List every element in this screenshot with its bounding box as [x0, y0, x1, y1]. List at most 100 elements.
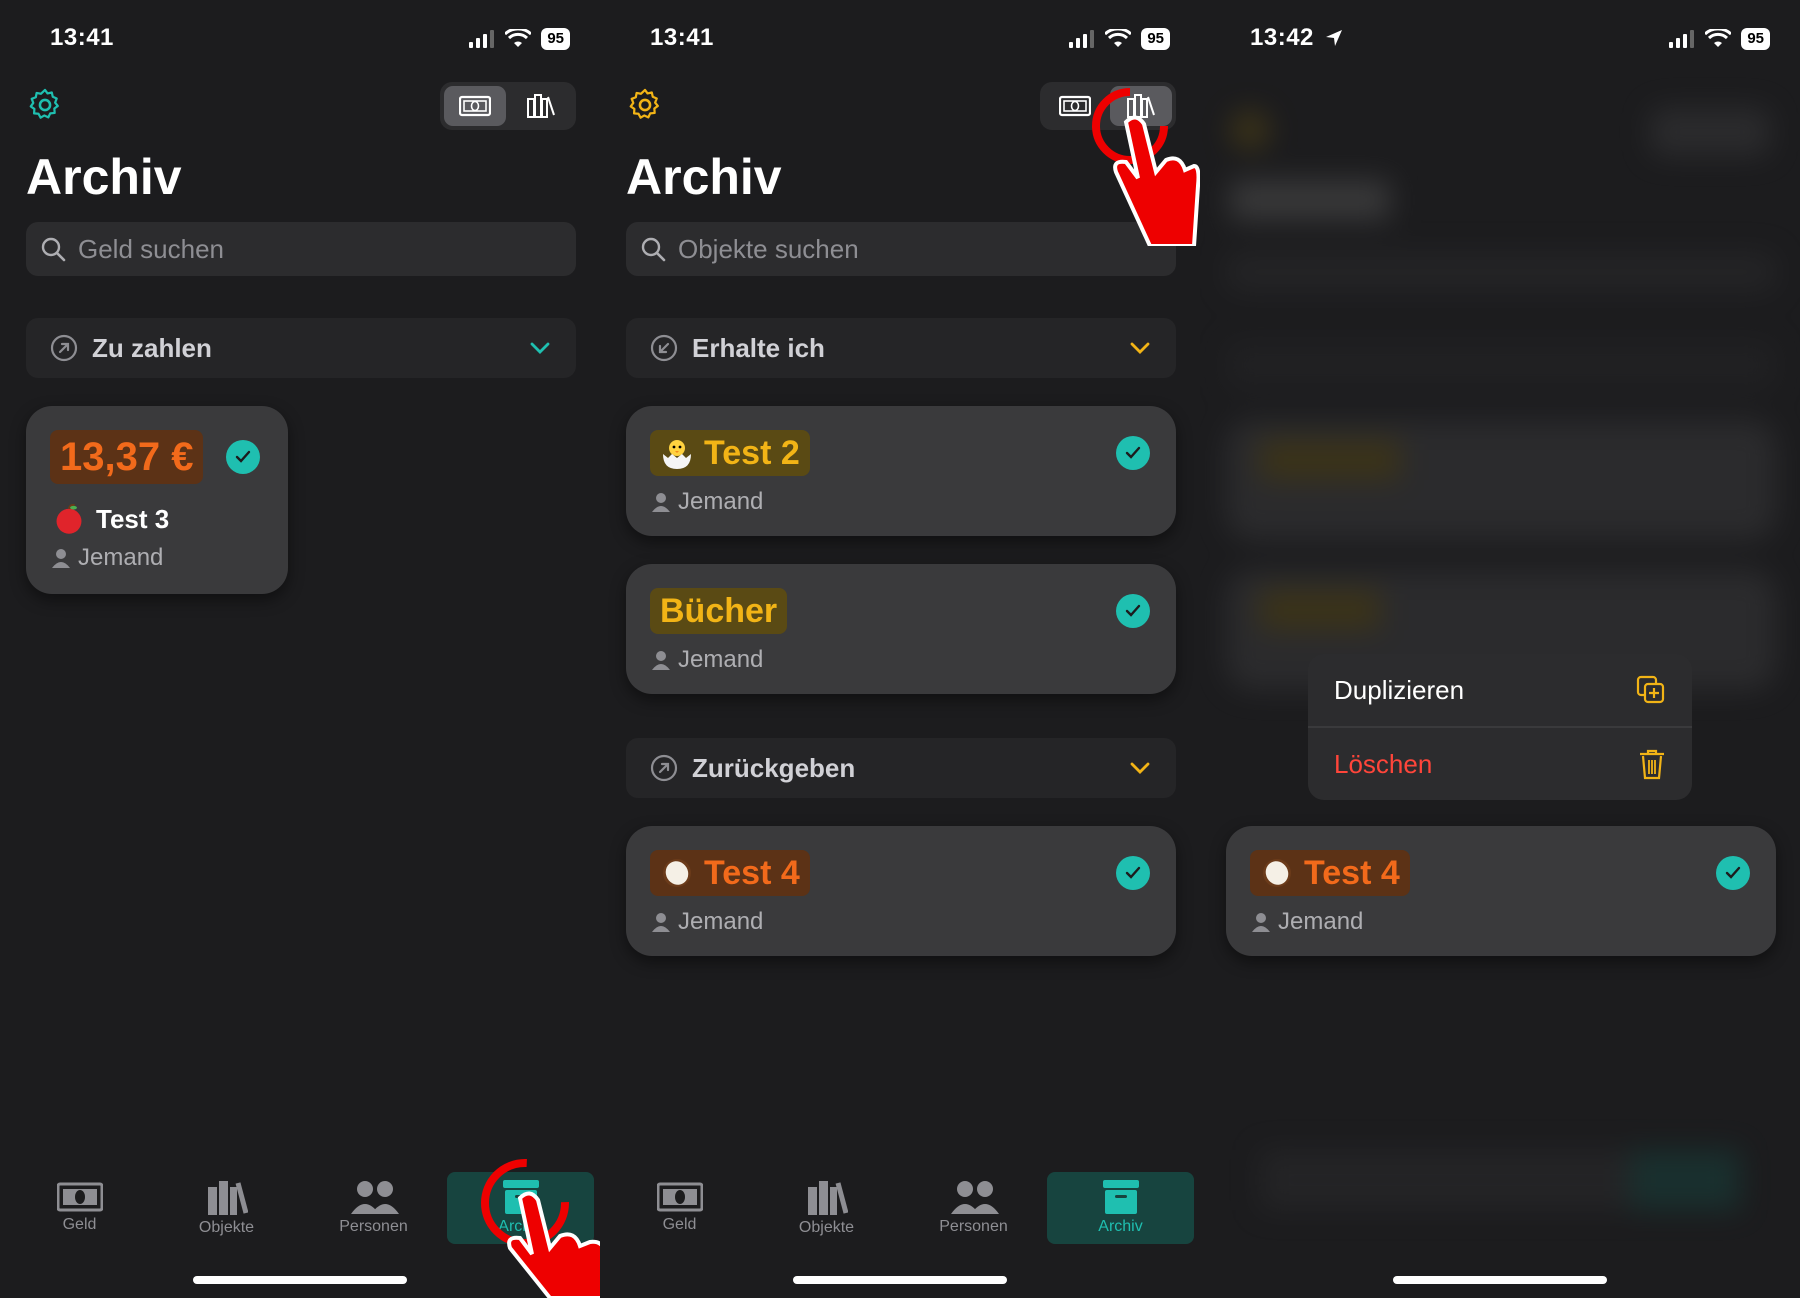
chevron-down-icon[interactable] — [1128, 756, 1152, 780]
person-name: Jemand — [1278, 908, 1364, 935]
screen-context-menu: 13:42 95 Duplizieren Löschen Test 4 Jema… — [1200, 0, 1800, 1298]
menu-label: Duplizieren — [1334, 674, 1465, 705]
object-chip: Test 2 — [650, 430, 810, 476]
checkmark-icon — [226, 440, 260, 474]
red-apple-icon — [56, 504, 82, 534]
tab-label: Objekte — [798, 1219, 855, 1236]
person-row: Jemand — [652, 646, 763, 674]
menu-item-delete[interactable]: Löschen — [1308, 728, 1692, 800]
page-title: Archiv — [626, 149, 782, 205]
section-receive[interactable]: Erhalte ich — [626, 318, 1176, 378]
wifi-icon — [1105, 29, 1132, 47]
settings-gear-icon[interactable] — [626, 86, 664, 124]
status-bar: 13:41 95 — [0, 22, 600, 56]
books-icon — [207, 1181, 248, 1215]
object-card[interactable]: Test 2 Jemand — [626, 406, 1176, 536]
arrow-up-right-circle-icon — [650, 754, 678, 782]
search-bar[interactable]: Geld suchen — [26, 222, 576, 276]
tab-persons[interactable]: Personen — [900, 1172, 1047, 1244]
tab-label: Personen — [939, 1218, 1008, 1235]
person-icon — [652, 913, 670, 932]
battery-indicator: 95 — [1141, 28, 1170, 50]
checkmark-icon — [1116, 436, 1150, 470]
trash-icon — [1640, 749, 1664, 780]
banknote-icon — [459, 95, 491, 117]
duplicate-icon — [1636, 675, 1665, 704]
menu-item-duplicate[interactable]: Duplizieren — [1308, 654, 1692, 726]
person-name: Jemand — [678, 488, 764, 515]
tab-label: Geld — [62, 1216, 97, 1233]
home-indicator — [193, 1276, 407, 1284]
page-title: Archiv — [26, 149, 182, 205]
search-icon — [41, 237, 66, 262]
checkmark-icon — [1716, 856, 1750, 890]
section-label: Zurückgeben — [692, 752, 856, 783]
chevron-down-icon[interactable] — [528, 336, 552, 360]
battery-indicator: 95 — [541, 28, 570, 50]
menu-label: Löschen — [1334, 748, 1433, 779]
persons-icon — [950, 1181, 999, 1214]
toggle-money-button[interactable] — [444, 86, 506, 126]
object-card-lifted[interactable]: Test 4 Jemand — [1226, 826, 1776, 956]
blurred-background — [1200, 0, 1800, 1298]
section-label: Zu zahlen — [92, 332, 212, 363]
tab-label: Geld — [662, 1216, 697, 1233]
archive-box-icon — [1102, 1180, 1139, 1214]
tab-objects[interactable]: Objekte — [153, 1172, 300, 1244]
tab-archive[interactable]: Archiv — [1047, 1172, 1194, 1244]
signal-icon — [469, 30, 495, 48]
banknote-icon — [656, 1182, 703, 1212]
item-name: Bücher — [660, 591, 778, 630]
item-name: Test 4 — [1304, 853, 1400, 892]
person-name: Jemand — [678, 646, 764, 673]
tab-objects[interactable]: Objekte — [753, 1172, 900, 1244]
search-placeholder: Objekte suchen — [678, 233, 859, 264]
chevron-down-icon[interactable] — [1128, 336, 1152, 360]
tap-hand-icon — [481, 1159, 600, 1298]
person-name: Jemand — [678, 908, 764, 935]
signal-icon — [1069, 30, 1095, 48]
toggle-objects-button[interactable] — [510, 86, 572, 126]
view-toggle — [440, 82, 576, 130]
tab-label: Personen — [339, 1218, 408, 1235]
checkmark-icon — [1116, 594, 1150, 628]
tab-money[interactable]: Geld — [606, 1172, 753, 1244]
tab-money[interactable]: Geld — [6, 1172, 153, 1244]
wifi-icon — [505, 29, 532, 47]
search-placeholder: Geld suchen — [78, 233, 224, 264]
person-icon — [1252, 913, 1270, 932]
item-name: Test 2 — [704, 433, 800, 472]
banknote-icon — [1059, 95, 1091, 117]
settings-gear-icon[interactable] — [26, 86, 64, 124]
object-chip: Test 4 — [1250, 850, 1410, 896]
banknote-icon — [56, 1182, 103, 1212]
books-icon — [807, 1181, 848, 1215]
person-row: Jemand — [652, 488, 763, 516]
object-card[interactable]: Bücher Jemand — [626, 564, 1176, 694]
money-card[interactable]: 13,37 € Test 3 Jemand — [26, 406, 288, 594]
person-row: Jemand — [652, 908, 763, 936]
section-to-pay[interactable]: Zu zahlen — [26, 318, 576, 378]
person-icon — [652, 651, 670, 670]
object-card[interactable]: Test 4 Jemand — [626, 826, 1176, 956]
person-icon — [652, 493, 670, 512]
person-row: Jemand — [52, 544, 163, 572]
section-return[interactable]: Zurückgeben — [626, 738, 1176, 798]
tab-persons[interactable]: Personen — [300, 1172, 447, 1244]
section-label: Erhalte ich — [692, 332, 825, 363]
screen-money-archive: 13:41 95 Archiv Geld suchen Zu zahlen 13… — [0, 0, 600, 1298]
persons-icon — [350, 1181, 399, 1214]
coconut-icon — [1263, 859, 1291, 887]
status-time: 13:41 — [50, 24, 114, 51]
object-chip: Bücher — [650, 588, 788, 634]
tab-label: Objekte — [198, 1219, 255, 1236]
status-time: 13:41 — [650, 24, 714, 51]
tab-label: Archiv — [1098, 1218, 1143, 1235]
item-name: Test 4 — [704, 853, 800, 892]
arrow-down-left-circle-icon — [650, 334, 678, 362]
tab-bar: Geld Objekte Personen Archiv — [600, 1172, 1200, 1244]
person-row: Jemand — [1252, 908, 1363, 936]
amount-value: 13,37 € — [60, 434, 194, 479]
search-icon — [641, 237, 666, 262]
screen-objects-archive: 13:41 95 Archiv Objekte suchen Erhalte i… — [600, 0, 1200, 1298]
